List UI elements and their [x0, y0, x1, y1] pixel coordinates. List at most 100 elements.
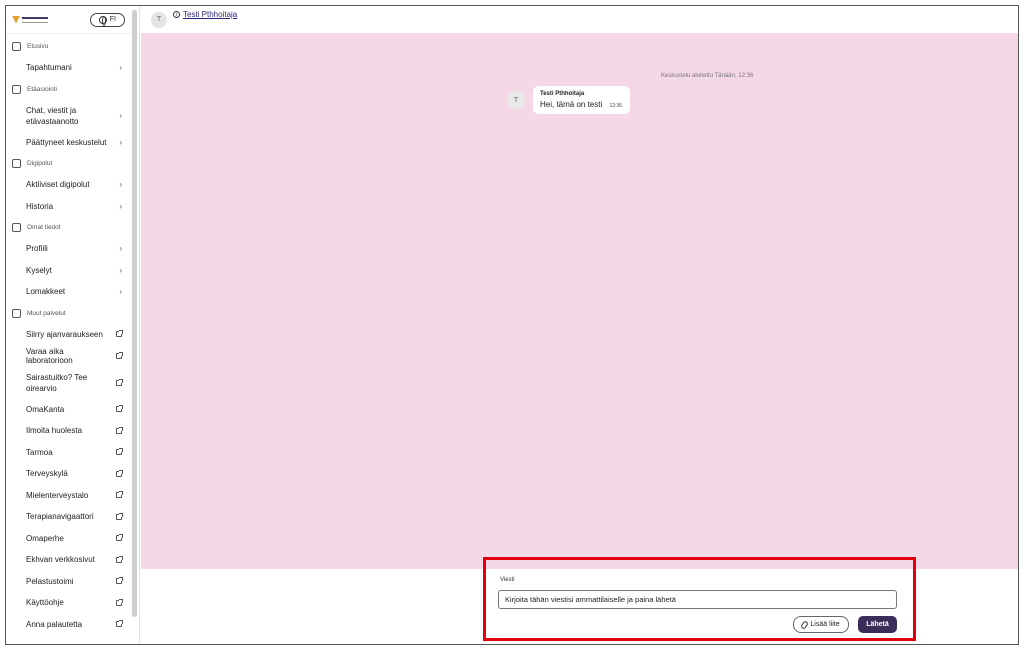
sidebar-section-label: Omat tiedot	[27, 224, 61, 231]
sidebar-item[interactable]: Omaperhe	[6, 528, 130, 550]
conversation-started: Keskustelu aloitettu Tänään, 12:36	[661, 73, 754, 79]
sidebar-item-label: Profiili	[26, 244, 48, 254]
sidebar-section-label: Digipolut	[27, 160, 53, 167]
sidebar-item[interactable]: Käyttöohje	[6, 592, 130, 614]
external-link-icon	[116, 351, 123, 359]
sidebar-item-label: Sairastuitko? Tee oirearvio	[26, 372, 88, 393]
sidebar-item[interactable]: Päättyneet keskustelut ›	[6, 132, 130, 154]
chevron-right-icon: ›	[119, 180, 122, 190]
home-icon	[12, 42, 21, 51]
chat-header: T i Testi Pthhoitaja	[141, 6, 1018, 33]
sidebar-item[interactable]: Mielenterveystalo	[6, 485, 130, 507]
sidebar-item-label: Terapianavigaattori	[26, 512, 94, 522]
external-link-icon	[116, 405, 123, 413]
sidebar-item[interactable]: Sairastuitko? Tee oirearvio	[6, 367, 130, 399]
sidebar-item-label: Aktiiviset digipolut	[26, 180, 90, 190]
user-icon	[12, 223, 21, 232]
sidebar-item[interactable]: Tapahtumani ›	[6, 57, 130, 79]
sidebar-item[interactable]: Varaa aika laboratorioon	[6, 345, 130, 367]
sidebar-item-label: Pelastustoimi	[26, 576, 74, 586]
message-sender: Testi Pthhoitaja	[540, 91, 585, 97]
message-time: 12:36	[609, 103, 622, 109]
logo-wordmark	[22, 16, 48, 23]
sidebar-section-label: Etusivu	[27, 43, 49, 50]
external-link-icon	[116, 620, 123, 628]
sidebar-item[interactable]: Anna palautetta	[6, 614, 130, 636]
chevron-right-icon: ›	[119, 63, 122, 73]
language-label: FI	[109, 16, 116, 23]
external-link-icon	[116, 491, 123, 499]
sidebar-item-label: Siirry ajanvaraukseen	[26, 329, 103, 339]
sidebar-item-label: Anna palautetta	[26, 619, 83, 629]
sidebar-item[interactable]: Lomakkeet ›	[6, 281, 130, 303]
sidebar-item[interactable]: Kyselyt ›	[6, 260, 130, 282]
external-link-icon	[116, 469, 123, 477]
sidebar-item[interactable]: Siirry ajanvaraukseen	[6, 324, 130, 346]
message-text: Hei, tämä on testi	[540, 100, 603, 109]
sidebar: FI Etusivu Tapahtumani › Etäasiointi Chat, v…	[6, 6, 140, 644]
sidebar-item[interactable]: Ekhvan verkkosivut	[6, 549, 130, 571]
globe-icon	[98, 15, 107, 26]
sidebar-item-label: Varaa aika laboratorioon	[26, 346, 73, 365]
sidebar-item-label: Omaperhe	[26, 533, 64, 543]
sidebar-item-label: OmaKanta	[26, 404, 65, 414]
sidebar-scrollbar[interactable]	[132, 10, 137, 617]
sidebar-item[interactable]: Historia ›	[6, 196, 130, 218]
sidebar-item[interactable]: Ilmoita huolesta	[6, 420, 130, 442]
sidebar-section-label: Muut palvelut	[27, 309, 66, 317]
highlight-box	[483, 557, 916, 641]
external-link-icon	[116, 577, 123, 585]
sidebar-item[interactable]: Terapianavigaattori	[6, 506, 130, 528]
services-icon	[12, 308, 21, 318]
sidebar-section: Etäasiointi	[6, 79, 130, 100]
chevron-right-icon: ›	[119, 201, 122, 211]
chevron-right-icon: ›	[119, 244, 122, 254]
sidebar-item[interactable]: Pelastustoimi	[6, 571, 130, 593]
chat-area: Keskustelu aloitettu Tänään, 12:36 T Tes…	[141, 33, 1018, 569]
sidebar-item[interactable]: Aktiiviset digipolut ›	[6, 174, 130, 196]
sidebar-item-label: Käyttöohje	[26, 598, 64, 608]
sidebar-item[interactable]: Terveyskylä	[6, 463, 130, 485]
external-link-icon	[116, 330, 123, 338]
contact-name: Testi Pthhoitaja	[183, 10, 238, 19]
sidebar-item-label: Chat, viestit ja etävastaanotto	[26, 105, 79, 126]
sidebar-item-label: Terveyskylä	[26, 469, 68, 479]
message-avatar: T	[507, 91, 525, 109]
chevron-right-icon: ›	[119, 137, 122, 147]
external-link-icon	[116, 555, 123, 563]
app-window: FI Etusivu Tapahtumani › Etäasiointi Chat, v…	[5, 5, 1019, 645]
path-icon	[12, 159, 21, 168]
chevron-right-icon: ›	[119, 287, 122, 297]
external-link-icon	[116, 448, 123, 456]
external-link-icon	[116, 378, 123, 386]
contact-name-link[interactable]: i Testi Pthhoitaja	[173, 10, 237, 19]
message-row: T Testi Pthhoitaja Hei, tämä on testi 12…	[507, 86, 630, 114]
sidebar-item[interactable]: OmaKanta	[6, 399, 130, 421]
info-icon: i	[173, 11, 180, 18]
external-link-icon	[116, 512, 123, 520]
sidebar-item-label: Tapahtumani	[26, 63, 72, 73]
sidebar-section: Omat tiedot	[6, 217, 130, 238]
sidebar-item-label: Ilmoita huolesta	[26, 426, 83, 436]
chevron-right-icon: ›	[119, 111, 122, 120]
sidebar-item-label: Lomakkeet	[26, 287, 66, 297]
sidebar-item-label: Kyselyt	[26, 265, 52, 275]
sidebar-section: Digipolut	[6, 153, 130, 174]
sidebar-item-label: Ekhvan verkkosivut	[26, 555, 95, 565]
message-bubble: Testi Pthhoitaja Hei, tämä on testi 12:3…	[533, 86, 630, 114]
language-button[interactable]: FI	[89, 12, 125, 27]
logo-mark	[12, 15, 20, 24]
sidebar-top: FI	[6, 6, 139, 34]
brand-logo[interactable]	[12, 13, 52, 27]
sidebar-item-label: Mielenterveystalo	[26, 490, 89, 500]
external-link-icon	[116, 534, 123, 542]
chat-bubbles-icon	[12, 84, 21, 94]
sidebar-item[interactable]: Tarmoa	[6, 442, 130, 464]
sidebar-item-label: Historia	[26, 201, 54, 211]
chevron-right-icon: ›	[119, 265, 122, 275]
external-link-icon	[116, 426, 123, 434]
sidebar-item-label: Tarmoa	[26, 447, 53, 457]
sidebar-item[interactable]: Profiili ›	[6, 238, 130, 260]
sidebar-section-label: Etäasiointi	[27, 85, 57, 93]
sidebar-item[interactable]: Chat, viestit ja etävastaanotto ›	[6, 100, 130, 132]
